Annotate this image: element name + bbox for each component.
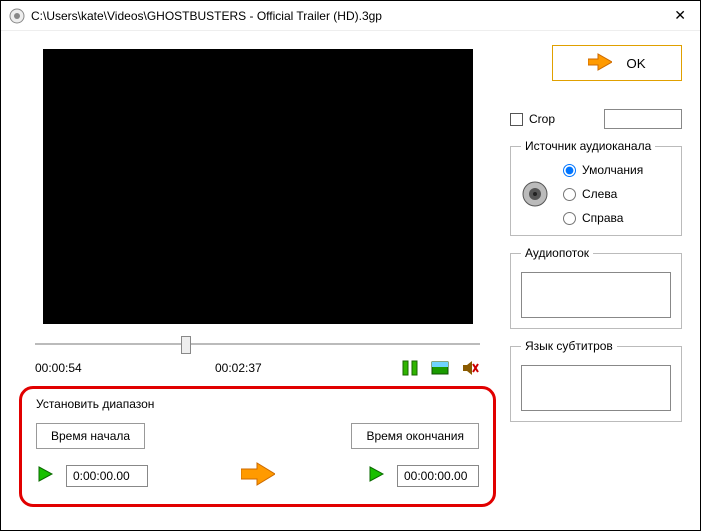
end-time-button[interactable]: Время окончания: [351, 423, 479, 449]
close-button[interactable]: ✕: [668, 7, 692, 24]
audio-source-option[interactable]: Умолчания: [563, 163, 643, 177]
play-end-icon[interactable]: [367, 465, 385, 486]
end-time-input[interactable]: [397, 465, 479, 487]
seek-slider[interactable]: [35, 334, 480, 354]
speaker-icon: [521, 180, 549, 208]
video-preview: [43, 49, 473, 324]
audio-source-option[interactable]: Справа: [563, 211, 643, 225]
start-time-button[interactable]: Время начала: [36, 423, 145, 449]
audio-stream-group: Аудиопоток: [510, 246, 682, 329]
app-icon: [9, 8, 25, 24]
audio-source-option-label: Слева: [582, 187, 617, 201]
subtitle-lang-select[interactable]: [521, 365, 671, 411]
range-group: Установить диапазон Время начала Время о…: [19, 386, 496, 507]
audio-source-option-label: Справа: [582, 211, 623, 225]
start-time-input[interactable]: [66, 465, 148, 487]
play-start-icon[interactable]: [36, 465, 54, 486]
mute-button[interactable]: [460, 358, 480, 378]
crop-label: Crop: [529, 112, 555, 126]
audio-stream-label: Аудиопоток: [521, 246, 593, 260]
audio-source-option-label: Умолчания: [582, 163, 643, 177]
audio-stream-select[interactable]: [521, 272, 671, 318]
current-time: 00:00:54: [35, 361, 145, 375]
subtitle-lang-label: Язык субтитров: [521, 339, 617, 353]
crop-input[interactable]: [604, 109, 682, 129]
pause-button[interactable]: [400, 358, 420, 378]
ok-label: OK: [626, 56, 645, 71]
window-title: C:\Users\kate\Videos\GHOSTBUSTERS - Offi…: [31, 9, 668, 23]
arrow-right-icon: [241, 461, 275, 490]
arrow-right-icon: [588, 53, 612, 74]
range-group-label: Установить диапазон: [36, 397, 479, 411]
ok-button[interactable]: OK: [552, 45, 682, 81]
crop-checkbox[interactable]: [510, 113, 523, 126]
subtitle-lang-group: Язык субтитров: [510, 339, 682, 422]
audio-source-group: Источник аудиоканала Умолчания Слева Справ…: [510, 139, 682, 236]
stop-button[interactable]: [430, 358, 450, 378]
audio-source-option[interactable]: Слева: [563, 187, 643, 201]
audio-source-label: Источник аудиоканала: [521, 139, 655, 153]
duration: 00:02:37: [215, 361, 315, 375]
